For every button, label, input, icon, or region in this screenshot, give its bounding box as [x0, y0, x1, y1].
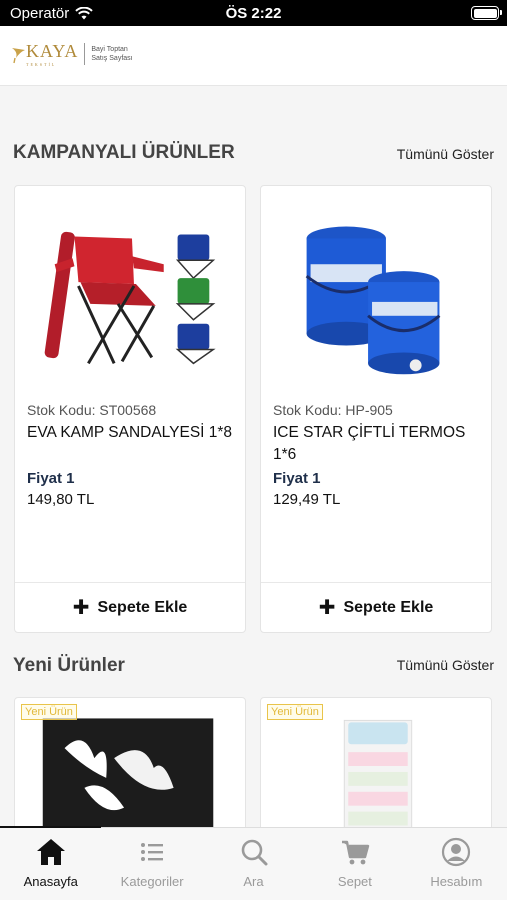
- account-icon: [442, 837, 471, 867]
- active-tab-indicator: [0, 826, 101, 828]
- campaign-show-all-link[interactable]: Tümünü Göster: [397, 146, 494, 162]
- plus-icon: ✚: [318, 596, 336, 619]
- stock-code: Stok Kodu: ST00568: [27, 402, 157, 418]
- tab-kategoriler[interactable]: Kategoriler: [101, 828, 202, 900]
- logo-tagline: Bayi Toptan Satış Sayfası: [91, 46, 133, 62]
- tab-label: Sepet: [337, 874, 372, 889]
- battery-icon: [471, 6, 502, 20]
- bird-logo-icon: [12, 48, 25, 64]
- plus-icon: ✚: [72, 596, 90, 619]
- tab-label: Kategoriler: [120, 874, 184, 889]
- product-card[interactable]: Stok Kodu: HP-905 ICE STAR ÇİFTLİ TERMOS…: [260, 185, 492, 633]
- bottom-tab-bar: Anasayfa Kategoriler Ara Sepet Hesabım: [0, 826, 507, 900]
- cart-icon: [341, 840, 370, 865]
- add-to-cart-button[interactable]: ✚ Sepete Ekle: [15, 582, 245, 632]
- new-products-section-title: Yeni Ürünler: [13, 655, 125, 676]
- product-price: 149,80 TL: [27, 491, 95, 508]
- app-header: KAYA TEKSTİL Bayi Toptan Satış Sayfası: [0, 26, 507, 86]
- tab-anasayfa[interactable]: Anasayfa: [0, 828, 101, 900]
- tab-label: Anasayfa: [23, 874, 78, 889]
- logo-text: KAYA TEKSTİL: [26, 41, 79, 67]
- list-icon: [141, 843, 164, 861]
- stock-code: Stok Kodu: HP-905: [273, 402, 393, 418]
- campaign-section-title: KAMPANYALI ÜRÜNLER: [13, 142, 235, 163]
- tab-hesabim[interactable]: Hesabım: [406, 828, 507, 900]
- product-price: 129,49 TL: [273, 491, 341, 508]
- thermos-image: [305, 226, 441, 375]
- new-products-show-all-link[interactable]: Tümünü Göster: [397, 657, 494, 673]
- search-icon: [241, 839, 268, 866]
- tab-sepet[interactable]: Sepet: [304, 828, 405, 900]
- tab-ara[interactable]: Ara: [203, 828, 304, 900]
- clock: ÖS 2:22: [225, 5, 282, 22]
- product-name[interactable]: ICE STAR ÇİFTLİ TERMOS 1*6: [273, 422, 483, 466]
- new-badge: Yeni Ürün: [267, 704, 323, 720]
- tab-label: Hesabım: [430, 874, 483, 889]
- status-bar: Operatör ÖS 2:22: [0, 0, 507, 26]
- price-label: Fiyat 1: [27, 470, 75, 487]
- new-badge: Yeni Ürün: [21, 704, 77, 720]
- product-card[interactable]: Yeni Ürün: [260, 697, 492, 837]
- tab-label: Ara: [243, 874, 264, 889]
- add-to-cart-label: Sepete Ekle: [97, 598, 188, 616]
- brand-logo[interactable]: KAYA TEKSTİL Bayi Toptan Satış Sayfası: [10, 41, 133, 67]
- price-label: Fiyat 1: [273, 470, 321, 487]
- product-name[interactable]: EVA KAMP SANDALYESİ 1*8: [27, 422, 237, 444]
- product-card[interactable]: Stok Kodu: ST00568 EVA KAMP SANDALYESİ 1…: [14, 185, 246, 633]
- camp-chair-image: [44, 231, 216, 365]
- add-to-cart-button[interactable]: ✚ Sepete Ekle: [261, 582, 491, 632]
- add-to-cart-label: Sepete Ekle: [343, 598, 434, 616]
- home-icon: [36, 839, 65, 865]
- product-card[interactable]: Yeni Ürün: [14, 697, 246, 837]
